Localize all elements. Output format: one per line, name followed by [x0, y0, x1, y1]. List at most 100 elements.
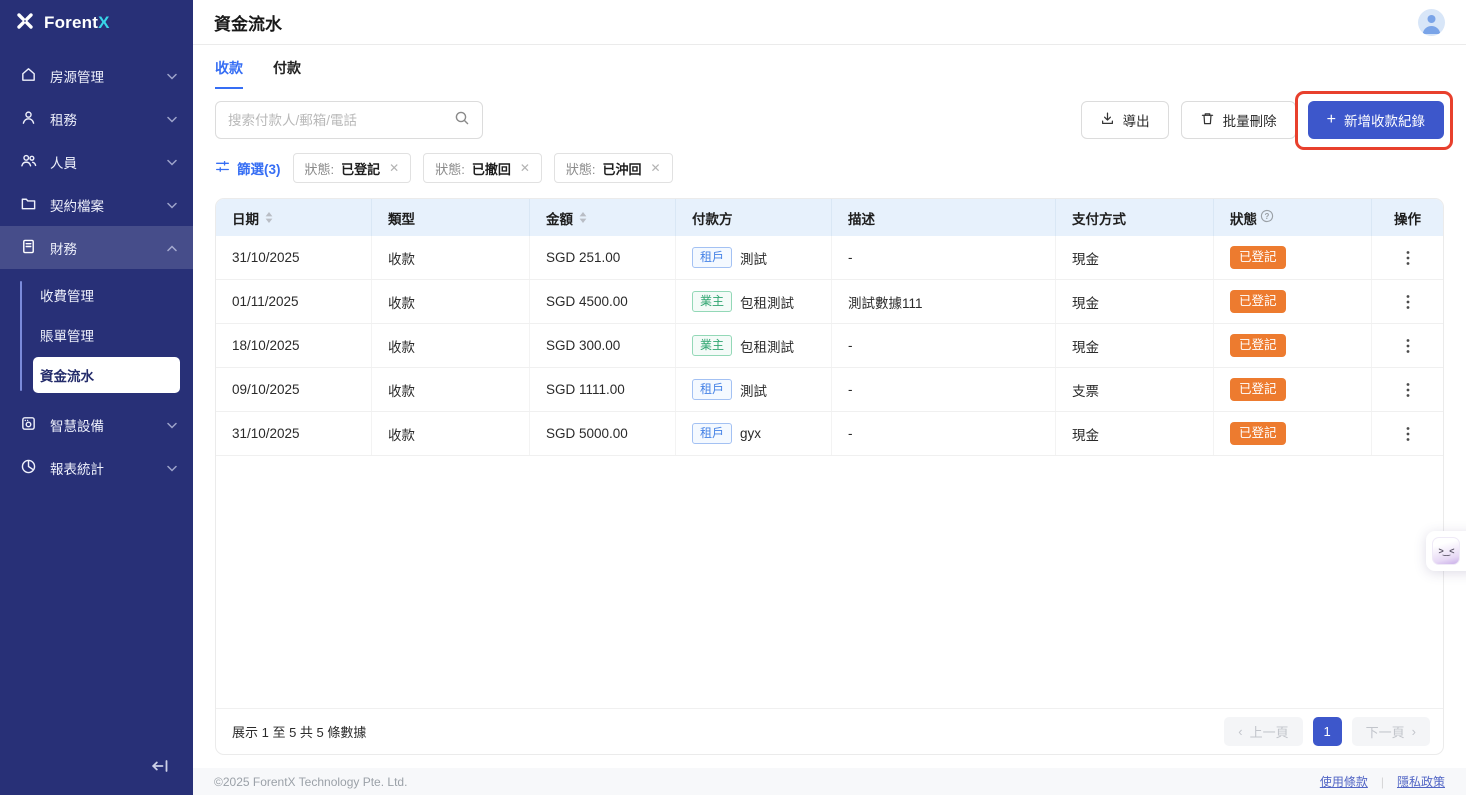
search-input[interactable]	[228, 113, 454, 128]
cell-amount: SGD 4500.00	[530, 280, 676, 323]
status-badge: 已登記	[1230, 334, 1286, 356]
chevron-down-icon	[167, 417, 177, 432]
filter-button[interactable]: 篩選(3)	[215, 158, 281, 178]
column-header-actions: 操作	[1372, 199, 1443, 236]
app-window: ForentX 房源管理 租務 人員	[0, 0, 1466, 795]
column-header-date[interactable]: 日期	[216, 199, 372, 236]
collapse-sidebar-icon[interactable]	[151, 758, 169, 779]
sidebar-item-label: 人員	[50, 152, 77, 172]
close-icon[interactable]: ✕	[389, 161, 399, 175]
cell-type: 收款	[372, 368, 530, 411]
cell-amount: SGD 1111.00	[530, 368, 676, 411]
finance-icon	[20, 238, 37, 258]
kebab-menu-icon[interactable]	[1406, 382, 1410, 398]
main-area: 資金流水 收款 付款	[193, 0, 1466, 795]
cell-type: 收款	[372, 324, 530, 367]
download-icon	[1100, 111, 1115, 129]
link-separator: |	[1381, 775, 1384, 789]
table-header: 日期 類型 金額 付款方 描述 支付方式 狀態 ?	[216, 199, 1443, 236]
prev-page-button[interactable]: ‹ 上一頁	[1224, 717, 1302, 746]
bulk-delete-button[interactable]: 批量刪除	[1181, 101, 1296, 139]
cell-type: 收款	[372, 280, 530, 323]
close-icon[interactable]: ✕	[520, 161, 530, 175]
cell-payer: 租戶 gyx	[676, 412, 832, 455]
cell-status: 已登記	[1214, 368, 1372, 411]
assistant-widget[interactable]: >‿<	[1426, 531, 1466, 571]
user-avatar[interactable]	[1418, 9, 1445, 36]
column-header-payer: 付款方	[676, 199, 832, 236]
cell-description: -	[832, 236, 1056, 279]
add-record-wrapper: + 新增收款紀錄	[1308, 101, 1444, 139]
chevron-down-icon	[167, 460, 177, 475]
column-header-amount[interactable]: 金額	[530, 199, 676, 236]
cell-type: 收款	[372, 236, 530, 279]
tab-receipts[interactable]: 收款	[215, 58, 243, 89]
toolbar-actions: 導出 批量刪除 + 新增收款紀錄	[1081, 101, 1444, 139]
tab-bar: 收款 付款	[215, 45, 1444, 89]
sidebar-item-label: 財務	[50, 238, 77, 258]
tab-payments[interactable]: 付款	[273, 58, 301, 89]
filter-chip-withdrawn: 狀態: 已撤回 ✕	[423, 153, 542, 183]
column-header-type: 類型	[372, 199, 530, 236]
table-row: 18/10/2025 收款 SGD 300.00 業主 包租測試 - 現金 已登…	[216, 324, 1443, 368]
cell-method: 現金	[1056, 236, 1214, 279]
users-icon	[20, 152, 37, 172]
table-row: 31/10/2025 收款 SGD 251.00 租戶 測試 - 現金 已登記	[216, 236, 1443, 280]
kebab-menu-icon[interactable]	[1406, 250, 1410, 266]
submenu-item-fund-flow[interactable]: 資金流水	[33, 357, 180, 393]
kebab-menu-icon[interactable]	[1406, 426, 1410, 442]
sidebar-item-label: 契約檔案	[50, 195, 104, 215]
sidebar-item-properties[interactable]: 房源管理	[0, 54, 193, 97]
cell-description: -	[832, 412, 1056, 455]
privacy-link[interactable]: 隱私政策	[1397, 773, 1445, 790]
terms-link[interactable]: 使用條款	[1320, 773, 1368, 790]
cell-status: 已登記	[1214, 280, 1372, 323]
cell-method: 現金	[1056, 280, 1214, 323]
add-receipt-record-button[interactable]: + 新增收款紀錄	[1308, 101, 1444, 139]
sidebar-item-smart-devices[interactable]: 智慧設備	[0, 403, 193, 446]
sidebar-item-contracts[interactable]: 契約檔案	[0, 183, 193, 226]
kebab-menu-icon[interactable]	[1406, 338, 1410, 354]
close-icon[interactable]: ✕	[651, 161, 661, 175]
chevron-down-icon	[167, 154, 177, 169]
current-page-button[interactable]: 1	[1313, 717, 1342, 746]
pagination-bar: 展示 1 至 5 共 5 條數據 ‹ 上一頁 1 下一頁 ›	[216, 708, 1443, 754]
cell-type: 收款	[372, 412, 530, 455]
help-circle-icon[interactable]: ?	[1260, 209, 1274, 226]
table-row: 31/10/2025 收款 SGD 5000.00 租戶 gyx - 現金 已登…	[216, 412, 1443, 456]
user-icon	[20, 109, 37, 129]
cell-description: -	[832, 368, 1056, 411]
cell-actions	[1372, 236, 1443, 279]
submenu-item-bill-management[interactable]: 賬單管理	[0, 315, 193, 355]
device-icon	[20, 415, 37, 435]
kebab-menu-icon[interactable]	[1406, 294, 1410, 310]
pagination-summary: 展示 1 至 5 共 5 條數據	[229, 722, 366, 741]
cell-amount: SGD 300.00	[530, 324, 676, 367]
sidebar-item-tenancy[interactable]: 租務	[0, 97, 193, 140]
payer-type-tag: 業主	[692, 335, 732, 356]
cell-actions	[1372, 324, 1443, 367]
sidebar-nav: 房源管理 租務 人員 契約檔案	[0, 46, 193, 795]
submenu-item-fee-management[interactable]: 收費管理	[0, 275, 193, 315]
sidebar-item-reports[interactable]: 報表統計	[0, 446, 193, 489]
brand-logo: ForentX	[0, 0, 193, 46]
filter-chip-registered: 狀態: 已登記 ✕	[293, 153, 412, 183]
next-page-button[interactable]: 下一頁 ›	[1352, 717, 1430, 746]
cell-method: 現金	[1056, 324, 1214, 367]
copyright-text: ©2025 ForentX Technology Pte. Ltd.	[214, 775, 407, 789]
status-badge: 已登記	[1230, 246, 1286, 268]
status-badge: 已登記	[1230, 290, 1286, 312]
sidebar-item-finance[interactable]: 財務	[0, 226, 193, 269]
sidebar-item-personnel[interactable]: 人員	[0, 140, 193, 183]
search-box	[215, 101, 483, 139]
export-button[interactable]: 導出	[1081, 101, 1169, 139]
cell-description: 測試數據111	[832, 280, 1056, 323]
chevron-down-icon	[167, 197, 177, 212]
cell-payer: 業主 包租測試	[676, 324, 832, 367]
cell-description: -	[832, 324, 1056, 367]
toolbar: 導出 批量刪除 + 新增收款紀錄	[215, 101, 1444, 139]
column-header-description: 描述	[832, 199, 1056, 236]
cell-status: 已登記	[1214, 412, 1372, 455]
search-icon	[454, 110, 470, 131]
table-card: 日期 類型 金額 付款方 描述 支付方式 狀態 ?	[215, 198, 1444, 755]
